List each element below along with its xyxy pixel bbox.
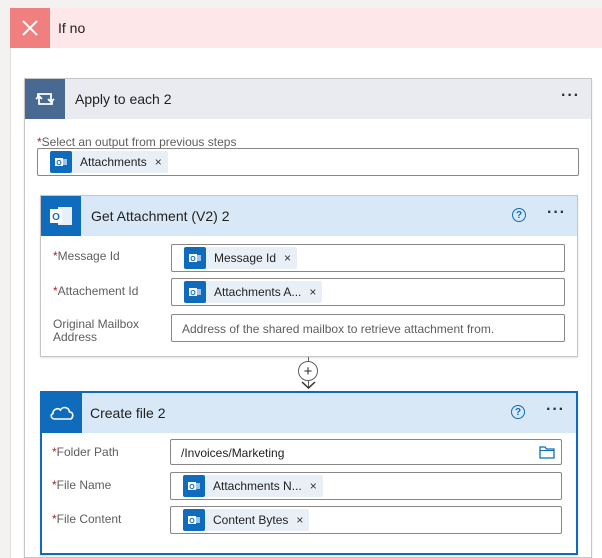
close-icon — [10, 8, 50, 48]
folder-path-value: /Invoices/Marketing — [181, 446, 285, 460]
file-name-token[interactable]: O Attachments N... × — [183, 475, 323, 497]
folder-path-label: *Folder Path — [52, 445, 119, 459]
svg-text:O: O — [189, 484, 195, 491]
svg-text:O: O — [56, 160, 62, 167]
file-name-label: *File Name — [52, 478, 112, 492]
message-id-label: *Message Id — [53, 249, 120, 263]
more-options-button[interactable]: ··· — [561, 87, 580, 105]
apply-to-each-title: Apply to each 2 — [75, 91, 172, 107]
outlook-icon: O — [184, 247, 206, 269]
message-id-token[interactable]: O Message Id × — [184, 247, 298, 269]
onedrive-icon — [42, 393, 82, 433]
outlook-icon: O — [50, 151, 72, 173]
svg-text:O: O — [52, 212, 60, 223]
attachment-id-token[interactable]: O Attachments A... × — [184, 281, 323, 303]
remove-token-icon[interactable]: × — [155, 155, 162, 169]
folder-path-field[interactable]: /Invoices/Marketing — [170, 439, 562, 465]
help-icon[interactable]: ? — [511, 405, 525, 419]
outlook-icon: O — [41, 196, 81, 236]
attachments-token[interactable]: O Attachments × — [50, 151, 168, 173]
mailbox-address-placeholder: Address of the shared mailbox to retriev… — [182, 322, 495, 336]
select-output-label: *Select an output from previous steps — [37, 135, 237, 149]
attachment-id-label: *Attachement Id — [53, 284, 139, 298]
if-no-header[interactable]: If no — [10, 8, 602, 48]
create-file-header[interactable]: Create file 2 ? ··· — [42, 393, 576, 433]
outlook-icon: O — [184, 281, 206, 303]
help-icon[interactable]: ? — [512, 208, 526, 222]
get-attachment-card: O Get Attachment (V2) 2 ? ··· *Message I… — [40, 195, 578, 357]
file-content-field[interactable]: O Content Bytes × — [170, 506, 562, 534]
mailbox-address-label: Original Mailbox Address — [53, 317, 140, 344]
create-file-title: Create file 2 — [90, 405, 166, 421]
get-attachment-title: Get Attachment (V2) 2 — [91, 208, 230, 224]
remove-token-icon[interactable]: × — [296, 513, 303, 527]
more-options-button[interactable]: ··· — [546, 401, 565, 419]
more-options-button[interactable]: ··· — [547, 204, 566, 222]
attachment-id-field[interactable]: O Attachments A... × — [171, 278, 565, 306]
svg-text:O: O — [189, 518, 195, 525]
mailbox-address-field[interactable]: Address of the shared mailbox to retriev… — [171, 314, 565, 342]
file-content-label: *File Content — [52, 512, 122, 526]
if-no-title: If no — [58, 20, 86, 36]
folder-picker-icon[interactable] — [539, 445, 555, 462]
apply-to-each-card: Apply to each 2 ··· *Select an output fr… — [24, 78, 592, 558]
remove-token-icon[interactable]: × — [309, 285, 316, 299]
file-content-token[interactable]: O Content Bytes × — [183, 509, 310, 531]
svg-text:O: O — [190, 290, 196, 297]
remove-token-icon[interactable]: × — [284, 251, 291, 265]
select-output-field[interactable]: O Attachments × — [37, 148, 579, 176]
add-step-button[interactable]: + — [298, 361, 318, 381]
file-name-field[interactable]: O Attachments N... × — [170, 472, 562, 500]
loop-icon — [25, 79, 65, 119]
get-attachment-header[interactable]: O Get Attachment (V2) 2 ? ··· — [41, 196, 577, 236]
outlook-icon: O — [183, 475, 205, 497]
create-file-card: Create file 2 ? ··· *Folder Path /Invoic… — [40, 391, 578, 555]
apply-to-each-header[interactable]: Apply to each 2 ··· — [25, 79, 591, 119]
remove-token-icon[interactable]: × — [310, 479, 317, 493]
outlook-icon: O — [183, 509, 205, 531]
message-id-field[interactable]: O Message Id × — [171, 244, 565, 272]
svg-text:O: O — [190, 256, 196, 263]
